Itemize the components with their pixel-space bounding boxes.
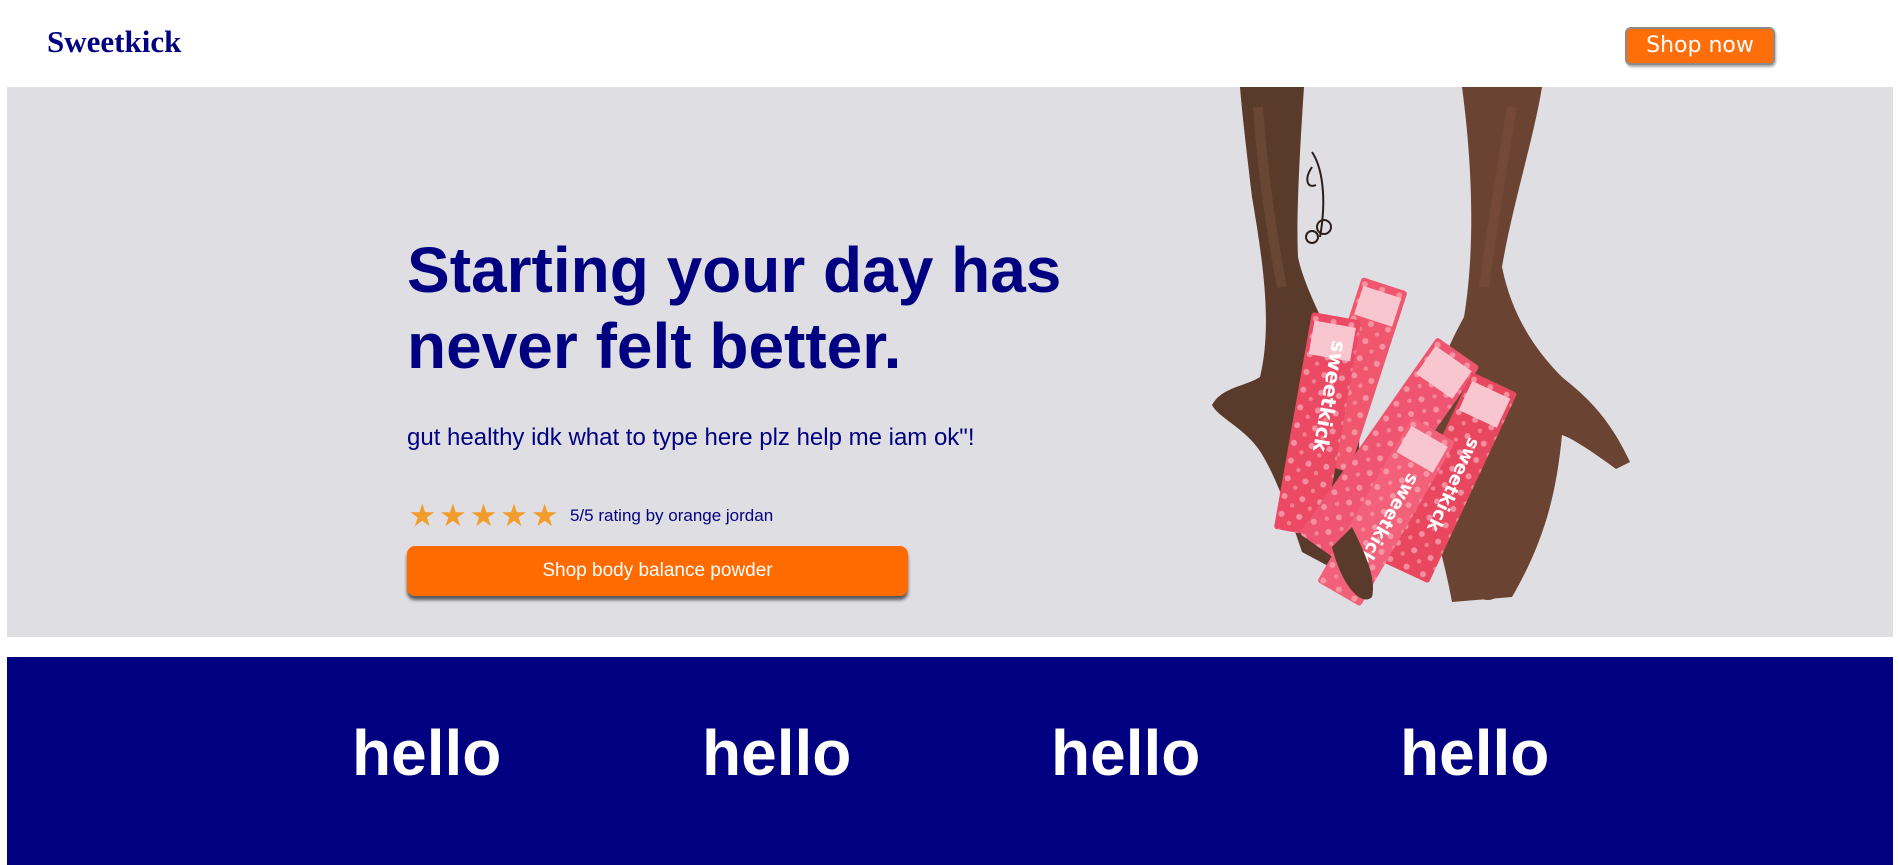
hero-headline: Starting your day has never felt better. xyxy=(407,234,1062,382)
band-item: hello xyxy=(352,717,502,789)
star-icon: ★ xyxy=(408,498,437,534)
flower-tattoo xyxy=(1305,151,1332,244)
hero-section: Starting your day has never felt better.… xyxy=(7,87,1893,637)
landing-page: Sweetkick Shop now Starting your day has… xyxy=(0,0,1899,865)
band-item: hello xyxy=(702,717,852,789)
band-item: hello xyxy=(1400,717,1550,789)
brand-logo[interactable]: Sweetkick xyxy=(47,26,181,57)
rating-row: ★ ★ ★ ★ ★ 5/5 rating by orange jordan xyxy=(407,499,773,533)
site-header: Sweetkick Shop now xyxy=(0,0,1899,87)
product-hands-image: sweetkick sweetkick sweetkick xyxy=(1212,87,1630,606)
star-icon: ★ xyxy=(469,498,498,534)
rating-text: 5/5 rating by orange jordan xyxy=(569,506,774,525)
star-icon: ★ xyxy=(530,498,559,534)
hero-subtext: gut healthy idk what to type here plz he… xyxy=(407,424,975,451)
star-rating: ★ ★ ★ ★ ★ xyxy=(407,499,560,533)
feature-band: hello hello hello hello xyxy=(7,657,1893,865)
star-icon: ★ xyxy=(438,498,467,534)
star-icon: ★ xyxy=(500,498,528,534)
shop-now-button[interactable]: Shop now xyxy=(1625,27,1775,65)
band-item: hello xyxy=(1051,717,1201,789)
shop-body-balance-button[interactable]: Shop body balance powder xyxy=(407,546,908,596)
